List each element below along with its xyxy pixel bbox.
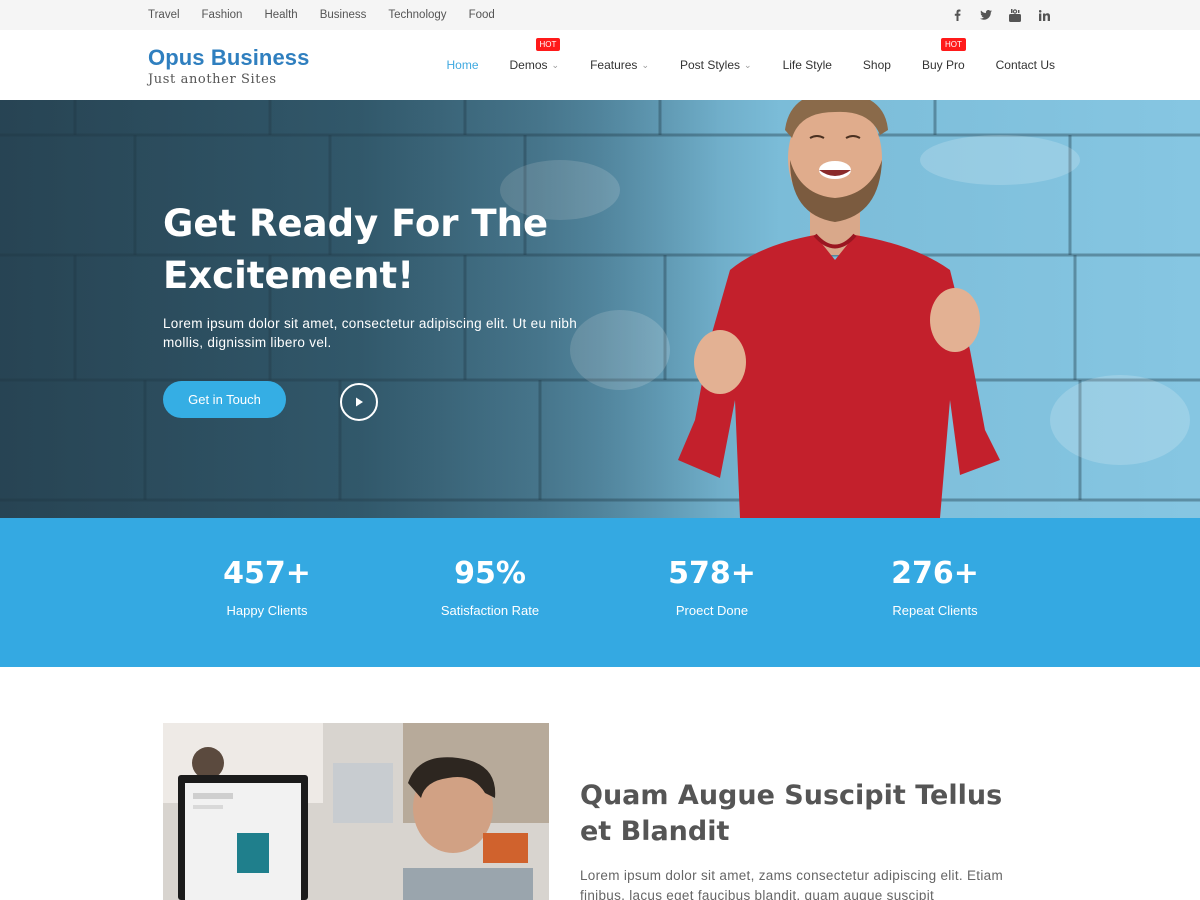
nav-label: Post Styles bbox=[679, 58, 741, 72]
nav-item-features[interactable]: Features ⌄ bbox=[590, 58, 649, 72]
social-links bbox=[934, 0, 1050, 30]
stat-label: Satisfaction Rate bbox=[440, 603, 540, 618]
site-tagline: Just another Sites bbox=[148, 72, 277, 87]
stat-value: 276+ bbox=[891, 556, 979, 591]
youtube-icon[interactable] bbox=[1009, 8, 1021, 22]
stat-happy-clients: 457+ Happy Clients bbox=[187, 554, 347, 618]
top-bar: Travel Fashion Health Business Technolog… bbox=[0, 0, 1200, 30]
section-title: Quam Augue Suscipit Tellus et Blandit bbox=[580, 780, 1003, 847]
category-link-food[interactable]: Food bbox=[469, 9, 495, 21]
main-nav: Home HOT Demos ⌄ Features ⌄ Post Styles ⌄ L… bbox=[416, 30, 1055, 100]
nav-item-shop[interactable]: Shop bbox=[863, 58, 891, 72]
nav-label: Home bbox=[446, 58, 479, 72]
nav-item-demos[interactable]: HOT Demos ⌄ bbox=[509, 38, 561, 72]
stat-value: 457+ bbox=[223, 556, 311, 591]
chevron-down-icon: ⌄ bbox=[551, 59, 560, 70]
section-text: Lorem ipsum dolor sit amet, zams consect… bbox=[580, 868, 1004, 900]
category-link-travel[interactable]: Travel bbox=[148, 9, 180, 21]
hot-badge: HOT bbox=[535, 38, 561, 51]
get-in-touch-button[interactable]: Get in Touch bbox=[163, 381, 286, 418]
linkedin-icon[interactable] bbox=[1038, 8, 1050, 22]
hero-text: Lorem ipsum dolor sit amet, consectetur … bbox=[163, 316, 578, 350]
twitter-icon[interactable] bbox=[980, 8, 992, 22]
hero-banner: Get Ready For The Excitement! Lorem ipsu… bbox=[0, 100, 1200, 518]
hot-badge: HOT bbox=[940, 38, 966, 51]
category-links: Travel Fashion Health Business Technolog… bbox=[148, 0, 517, 30]
site-title[interactable]: Opus Business bbox=[148, 45, 309, 71]
chevron-down-icon: ⌄ bbox=[641, 59, 649, 70]
nav-item-buy-pro[interactable]: HOT Buy Pro bbox=[921, 38, 966, 72]
nav-label: Shop bbox=[862, 58, 891, 72]
stat-label: Happy Clients bbox=[226, 603, 308, 618]
category-link-fashion[interactable]: Fashion bbox=[202, 9, 243, 21]
site-header: Opus Business Just another Sites Home HO… bbox=[0, 30, 1200, 100]
stat-value: 578+ bbox=[668, 556, 756, 591]
nav-label: Demos bbox=[509, 58, 548, 72]
nav-item-contact-us[interactable]: Contact Us bbox=[996, 58, 1055, 72]
play-video-button[interactable] bbox=[340, 383, 378, 421]
stats-bar: 457+ Happy Clients 95% Satisfaction Rate… bbox=[0, 518, 1200, 667]
play-icon bbox=[356, 397, 363, 407]
hero-headline: Get Ready For The Excitement! bbox=[163, 202, 549, 297]
stat-label: Repeat Clients bbox=[892, 603, 978, 618]
stat-label: Proect Done bbox=[675, 603, 749, 618]
site-brand[interactable]: Opus Business Just another Sites bbox=[148, 45, 309, 87]
nav-item-life-style[interactable]: Life Style bbox=[783, 58, 832, 72]
nav-label: Life Style bbox=[782, 58, 832, 72]
chevron-down-icon: ⌄ bbox=[744, 59, 752, 70]
stat-value: 95% bbox=[454, 556, 526, 591]
stat-projects-done: 578+ Proect Done bbox=[632, 554, 792, 618]
category-link-business[interactable]: Business bbox=[320, 9, 367, 21]
stat-satisfaction-rate: 95% Satisfaction Rate bbox=[410, 554, 570, 618]
category-link-technology[interactable]: Technology bbox=[388, 9, 446, 21]
nav-label: Contact Us bbox=[995, 58, 1055, 72]
smiling-man-photo bbox=[678, 100, 1000, 518]
nav-item-home[interactable]: Home bbox=[447, 58, 479, 72]
stat-repeat-clients: 276+ Repeat Clients bbox=[855, 554, 1015, 618]
office-photo bbox=[163, 723, 549, 900]
nav-label: Features bbox=[590, 58, 638, 72]
facebook-icon[interactable] bbox=[951, 8, 963, 22]
nav-label: Buy Pro bbox=[921, 58, 965, 72]
nav-item-post-styles[interactable]: Post Styles ⌄ bbox=[680, 58, 752, 72]
category-link-health[interactable]: Health bbox=[264, 9, 297, 21]
